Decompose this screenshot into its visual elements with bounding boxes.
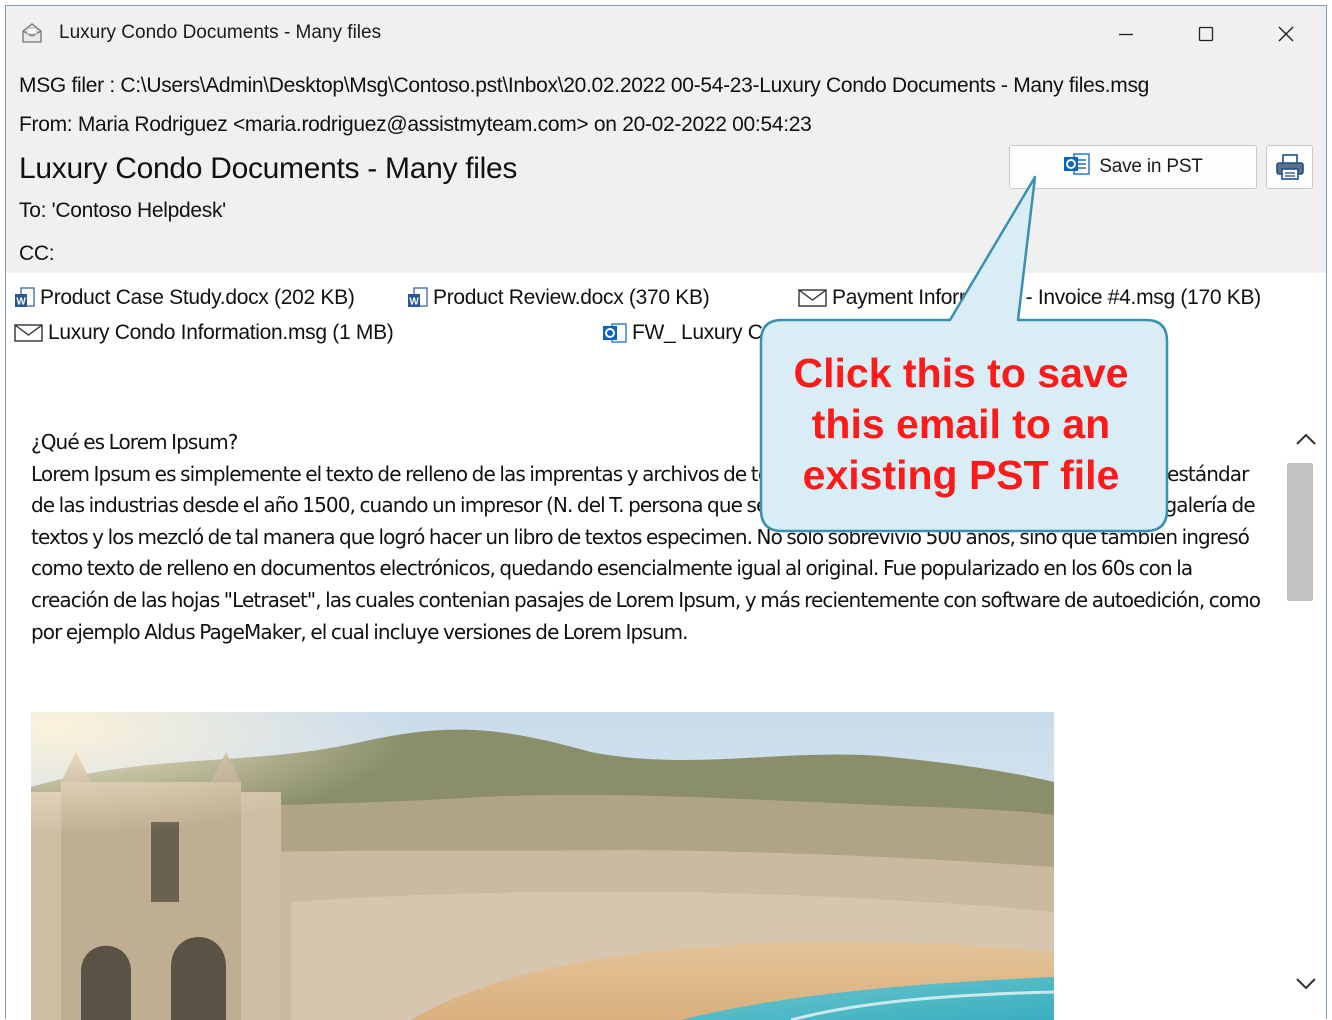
attachment-item[interactable]: Luxury Condo Information.msg (1 MB) xyxy=(14,321,394,345)
to-line: To: 'Contoso Helpdesk' xyxy=(19,199,226,222)
close-icon xyxy=(1278,26,1294,42)
svg-text:W: W xyxy=(409,297,419,308)
chevron-up-icon xyxy=(1296,433,1316,445)
outlook-pst-icon xyxy=(1063,151,1091,183)
scrollbar-thumb[interactable] xyxy=(1287,463,1313,601)
email-subject: Luxury Condo Documents - Many files xyxy=(19,152,518,185)
outlook-icon xyxy=(603,323,627,343)
window-title: Luxury Condo Documents - Many files xyxy=(59,22,382,43)
maximize-button[interactable] xyxy=(1181,14,1231,54)
save-in-pst-button[interactable]: Save in PST xyxy=(1009,145,1257,189)
attachment-label: Payment Information - Invoice #4.msg (17… xyxy=(832,286,1261,309)
attachment-label: Product Review.docx (370 KB) xyxy=(433,286,710,309)
attachment-label: FW_ Luxury Condo Documents.msg xyxy=(632,321,962,344)
save-in-pst-label: Save in PST xyxy=(1099,156,1203,177)
attachment-label: Luxury Condo Information.msg (1 MB) xyxy=(48,321,394,344)
maximize-icon xyxy=(1198,26,1214,42)
msg-file-path: MSG filer : C:\Users\Admin\Desktop\Msg\C… xyxy=(19,74,1150,97)
attachment-label: Product Case Study.docx (202 KB) xyxy=(40,286,355,309)
message-viewer-window: Luxury Condo Documents - Many files MSG … xyxy=(5,5,1327,1020)
svg-text:W: W xyxy=(16,297,26,308)
coastal-town-photo xyxy=(31,712,1054,1020)
scroll-down-button[interactable] xyxy=(1286,964,1326,1004)
attachment-item[interactable]: Payment Information - Invoice #4.msg (17… xyxy=(798,286,1261,310)
envelope-icon xyxy=(798,289,827,307)
title-bar[interactable]: Luxury Condo Documents - Many files xyxy=(6,6,1326,60)
minimize-button[interactable] xyxy=(1101,14,1151,54)
vertical-scrollbar[interactable] xyxy=(1286,401,1326,1020)
app-icon xyxy=(20,21,44,45)
minimize-icon xyxy=(1119,33,1133,36)
word-doc-icon: W xyxy=(15,287,35,308)
printer-icon xyxy=(1275,154,1304,180)
print-button[interactable] xyxy=(1266,145,1313,189)
word-doc-icon: W xyxy=(408,287,428,308)
envelope-icon xyxy=(14,324,43,342)
cc-line: CC: xyxy=(19,242,55,265)
attachment-item[interactable]: W Product Review.docx (370 KB) xyxy=(407,286,710,310)
callout-text: Click this to save this email to an exis… xyxy=(793,350,1129,498)
scroll-up-button[interactable] xyxy=(1286,419,1326,459)
chevron-down-icon xyxy=(1296,978,1316,990)
close-button[interactable] xyxy=(1261,14,1311,54)
attachment-item[interactable]: W Product Case Study.docx (202 KB) xyxy=(14,286,355,310)
from-line: From: Maria Rodriguez <maria.rodriguez@a… xyxy=(19,113,812,136)
attachment-item[interactable]: FW_ Luxury Condo Documents.msg xyxy=(602,321,962,345)
